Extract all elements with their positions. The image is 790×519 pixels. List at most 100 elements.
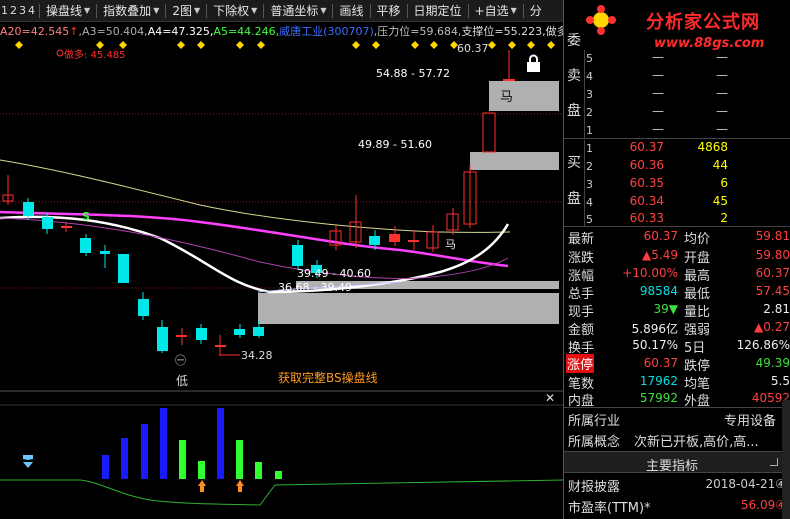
candle-down xyxy=(234,329,245,335)
down-arrow-icon xyxy=(23,455,33,468)
indicator-bar-blue xyxy=(121,438,128,479)
indicator-bar-green xyxy=(255,462,262,479)
limit-up-badge: 涨停 xyxy=(566,354,595,373)
quote-value: +10.00% xyxy=(622,266,678,280)
candle-doji xyxy=(215,345,226,347)
quote-row: 内盘 57992 外盘 40592 xyxy=(564,389,790,409)
close-panel-button[interactable]: ✕ xyxy=(545,391,555,405)
order-book-sell: 卖 xyxy=(567,68,581,84)
buy-level-volume: 44 xyxy=(712,158,728,172)
sell-level-volume: — xyxy=(716,104,728,118)
quote-row: 现手 39▼ 量比 2.81 xyxy=(564,300,790,320)
diamond-marker xyxy=(236,41,244,49)
indicator-bar-blue xyxy=(102,455,109,479)
low-circle-mark: ㊀ xyxy=(175,354,186,367)
indicator-bar-green xyxy=(275,471,282,479)
box3-range-label: 39.49 - 40.60 xyxy=(297,267,371,280)
diamond-marker xyxy=(352,41,360,49)
buy-level-volume: 45 xyxy=(712,194,728,208)
buy-level-num: 3 xyxy=(586,178,593,191)
logo-petal xyxy=(586,16,594,24)
kline-chart[interactable] xyxy=(0,0,563,519)
promo-link[interactable]: 获取完整BS操盘线 xyxy=(278,369,378,386)
quote-value: 5.5 xyxy=(770,374,790,388)
divider xyxy=(564,138,790,139)
logo-petal xyxy=(597,5,605,13)
sell-level-price: — xyxy=(652,50,664,64)
candle-down xyxy=(157,327,168,351)
divider xyxy=(564,407,790,408)
lock-icon[interactable] xyxy=(527,54,540,73)
quote-row: 总手 98584 最低 57.45 xyxy=(564,282,790,302)
box1-range-label: 54.88 - 57.72 xyxy=(376,67,450,80)
buy-level-volume: 2 xyxy=(720,211,728,225)
ob-divider xyxy=(584,50,585,138)
level-box-4 xyxy=(258,293,559,324)
buy-level-price: 60.34 xyxy=(629,194,664,208)
quote-row: 金额 5.896亿 强弱 ▲0.27 xyxy=(564,318,790,338)
candle-doji xyxy=(176,335,187,337)
quote-value: 2.81 xyxy=(763,302,790,316)
disclosure-label: 财报披露 xyxy=(568,480,621,495)
quote-value: 40592 xyxy=(751,391,790,405)
indicator-bar-green xyxy=(198,461,205,479)
sell-level-price: — xyxy=(652,86,664,100)
ob-divider xyxy=(584,140,585,226)
industry-value[interactable]: 专用设备 xyxy=(724,410,776,429)
indicator-bar-green xyxy=(236,440,243,479)
scrollbar[interactable] xyxy=(782,400,790,519)
buy-level-price: 60.37 xyxy=(629,140,664,154)
main-metrics-title: 主要指标 xyxy=(646,459,699,474)
sell-level-num: 5 xyxy=(586,52,593,65)
logo-petal xyxy=(597,27,605,35)
quote-value: 5.896亿 xyxy=(631,322,678,336)
industry-label: 所属行业 xyxy=(568,414,621,429)
box1-tag: 马 xyxy=(500,90,514,105)
logo-petal xyxy=(608,16,616,24)
resize-grip-icon[interactable] xyxy=(770,458,778,466)
main-metrics-header[interactable]: 主要指标 xyxy=(564,451,790,474)
quote-value: 60.37 xyxy=(755,266,790,280)
top-price-label: 60.37 xyxy=(457,42,489,55)
buy-tag: 马 xyxy=(445,238,456,251)
diamond-marker xyxy=(372,41,380,49)
level-box-2 xyxy=(470,152,559,170)
quote-label: 最新 xyxy=(568,232,595,247)
candle-down xyxy=(80,238,91,253)
concept-label: 所属概念 xyxy=(568,435,621,450)
candle-down xyxy=(369,236,380,245)
diamond-marker xyxy=(527,41,535,49)
concept-value[interactable]: 次新已开板,高价,高... xyxy=(634,431,784,450)
quote-value: 39▼ xyxy=(653,302,679,316)
diamond-marker xyxy=(411,41,419,49)
candle-down xyxy=(253,327,264,336)
candle-down xyxy=(42,217,53,229)
candle-down xyxy=(23,202,34,216)
zuoduo-label: 做多: 45.485 xyxy=(64,50,126,61)
buy-level-num: 1 xyxy=(586,142,593,155)
diamond-marker xyxy=(257,41,265,49)
sell-level-num: 4 xyxy=(586,70,593,83)
quote-value: 98584 xyxy=(639,284,678,298)
quote-value: 57.45 xyxy=(755,284,790,298)
sell-level-volume: — xyxy=(716,50,728,64)
quote-row: 涨停 60.37 跌停 49.39 xyxy=(564,354,790,374)
candle-doji xyxy=(408,240,419,242)
candle-up xyxy=(482,112,496,153)
box4-range-label: 36.68 - 39.49 xyxy=(278,281,352,294)
quote-value: ▲5.49 xyxy=(642,248,678,262)
indicator-bar-blue xyxy=(160,408,167,479)
quote-value: 57992 xyxy=(639,391,678,405)
diamond-marker xyxy=(177,41,185,49)
candle-doji xyxy=(61,226,72,228)
lock-body xyxy=(527,62,540,72)
diamond-marker xyxy=(197,41,205,49)
sell-level-num: 2 xyxy=(586,106,593,119)
quote-row: 涨跌 ▲5.49 开盘 59.80 xyxy=(564,246,790,266)
up-arrow-icon xyxy=(236,480,244,492)
candle-up xyxy=(389,234,400,242)
sell-level-num: 3 xyxy=(586,88,593,101)
buy-level-volume: 6 xyxy=(720,176,728,190)
lock-shackle xyxy=(529,54,538,62)
low-price-label: 34.28 xyxy=(241,349,273,362)
